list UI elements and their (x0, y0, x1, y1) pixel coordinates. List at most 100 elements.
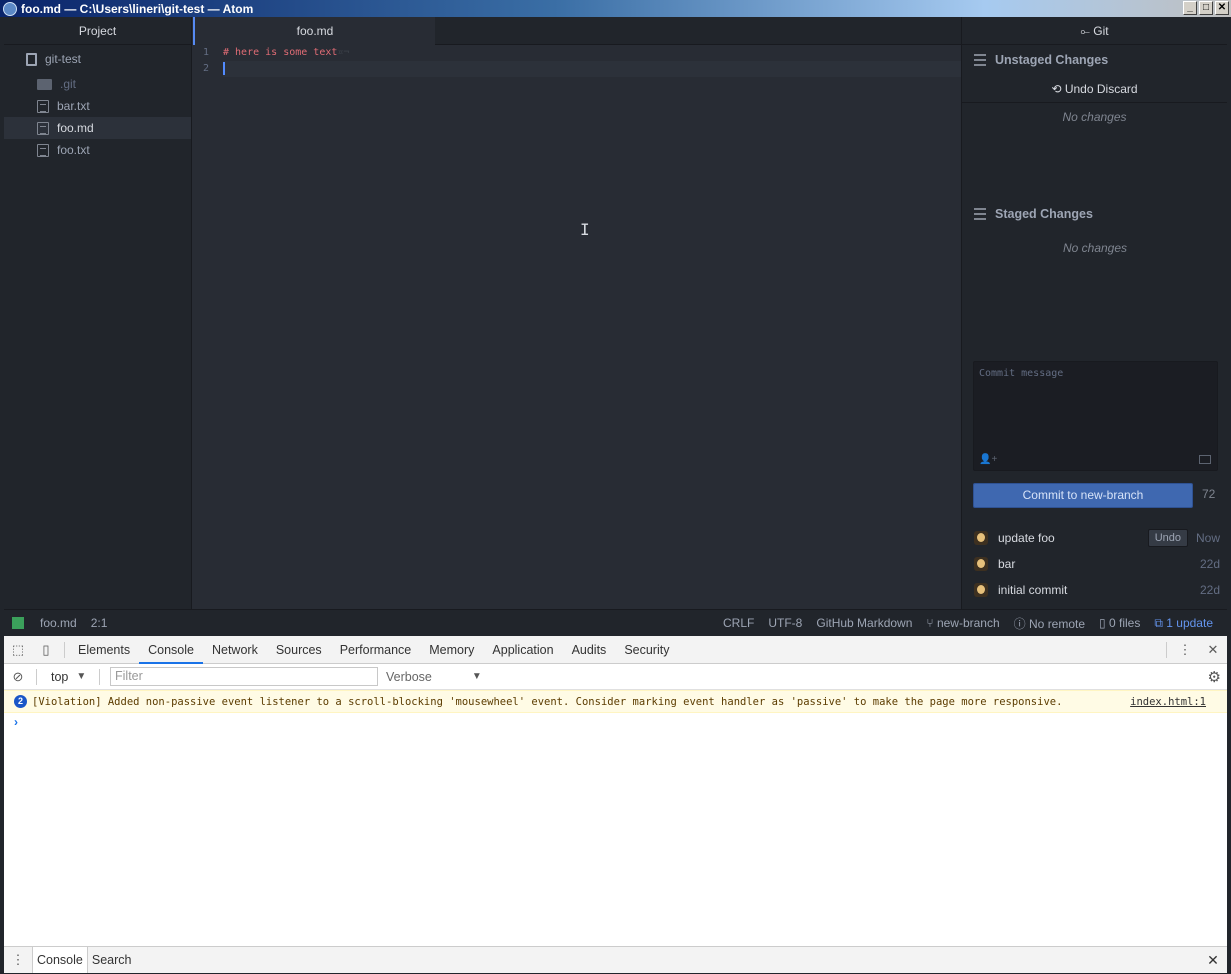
commit-message-editor[interactable]: Commit message 👤+ (973, 361, 1218, 471)
commit-char-count: 72 (1202, 487, 1216, 501)
package-icon: ⧉ (1154, 615, 1163, 630)
editor-tab-bar: foo.md (193, 17, 961, 45)
close-drawer-icon[interactable]: ✕ (1199, 952, 1227, 969)
git-branch-icon: ⑂ (926, 616, 934, 630)
tree-item-git-folder[interactable]: .git (4, 73, 191, 95)
undo-commit-button[interactable]: Undo (1147, 529, 1188, 547)
recent-commit-item[interactable]: initial commit 22d (962, 577, 1228, 603)
commit-message-placeholder: Commit message (979, 368, 1064, 379)
editor-text-area[interactable]: # here is some text¤¬ (223, 45, 961, 77)
status-update[interactable]: ⧉ 1 update (1154, 616, 1213, 631)
tree-root[interactable]: git-test (4, 45, 191, 73)
undo-discard-button[interactable]: ⟲ Undo Discard (962, 75, 1227, 103)
commit-time: Now (1195, 531, 1220, 545)
minimize-button[interactable]: _ (1183, 1, 1197, 15)
more-options-icon[interactable]: ⋮ (1171, 636, 1199, 664)
tab-memory[interactable]: Memory (420, 636, 483, 664)
recent-commit-item[interactable]: update foo Undo Now (962, 525, 1228, 551)
status-remote[interactable]: ⓘ No remote (1014, 615, 1085, 632)
tab-network[interactable]: Network (203, 636, 267, 664)
tree-item-foo-md[interactable]: foo.md (4, 117, 191, 139)
checklist-icon (974, 208, 986, 220)
tree-item-label: foo.txt (57, 143, 90, 157)
markdown-heading-text: # here is some text (223, 47, 338, 58)
tab-foo-md[interactable]: foo.md (193, 17, 435, 45)
status-grammar[interactable]: GitHub Markdown (816, 616, 912, 630)
status-file-name[interactable]: foo.md (40, 616, 77, 630)
drawer-tab-search[interactable]: Search (88, 947, 136, 973)
status-branch[interactable]: ⑂ new-branch (926, 616, 999, 630)
invisible-chars: ¤¬ (337, 47, 350, 58)
add-coauthor-icon[interactable]: 👤+ (979, 454, 997, 465)
text-cursor (223, 61, 225, 75)
caret-down-icon: ▼ (471, 671, 482, 682)
close-button[interactable]: ✕ (1215, 1, 1229, 15)
console-filter-input[interactable]: Filter (110, 667, 378, 686)
inspect-element-icon[interactable]: ⬚ (4, 636, 32, 664)
author-avatar (974, 531, 988, 545)
editor-line-current[interactable] (223, 61, 961, 77)
diff-icon: ▯ (1099, 616, 1106, 630)
context-selector[interactable]: top ▼ (41, 670, 95, 684)
commit-button[interactable]: Commit to new-branch (973, 483, 1193, 508)
tab-git[interactable]: ⟜ Git (962, 17, 1227, 45)
git-panel: ⟜ Git Unstaged Changes ⟲ Undo Discard No… (961, 17, 1227, 609)
close-devtools-icon[interactable]: ✕ (1199, 636, 1227, 664)
devtools-drawer: ⋮ Console Search ✕ (4, 946, 1227, 973)
git-tab-label: Git (1093, 24, 1109, 38)
repeat-count-badge: 2 (14, 695, 27, 708)
expand-commit-editor-icon[interactable] (1199, 455, 1211, 464)
tree-root-label: git-test (45, 52, 82, 66)
author-avatar (974, 583, 988, 597)
undo-discard-label: Undo Discard (1064, 82, 1138, 96)
console-violation-message[interactable]: 2 [Violation] Added non-passive event li… (4, 690, 1227, 713)
log-level-selector[interactable]: Verbose ▼ (386, 670, 482, 684)
tab-performance[interactable]: Performance (331, 636, 421, 664)
tab-sources[interactable]: Sources (267, 636, 331, 664)
unstaged-changes-header: Unstaged Changes (962, 45, 1227, 75)
staged-empty-text: No changes (1062, 241, 1128, 255)
console-prompt[interactable]: › (4, 713, 1227, 731)
drawer-menu-icon[interactable]: ⋮ (4, 946, 32, 974)
commit-message: bar (998, 557, 1016, 571)
recent-commit-item[interactable]: bar 22d (962, 551, 1228, 577)
maximize-button[interactable]: □ (1199, 1, 1213, 15)
window-titlebar: foo.md — C:\Users\lineri\git-test — Atom… (0, 0, 1231, 17)
recent-commits-list: update foo Undo Now bar 22d initial comm… (962, 525, 1228, 603)
ibeam-mouse-cursor-icon: I (580, 220, 590, 239)
device-toolbar-icon[interactable]: ▯ (32, 636, 60, 664)
status-line-ending[interactable]: CRLF (723, 616, 754, 630)
caret-down-icon: ▼ (76, 671, 87, 682)
tree-view-header[interactable]: Project (4, 17, 191, 45)
tree-item-label: .git (60, 77, 77, 91)
commit-message: initial commit (998, 583, 1068, 597)
console-toolbar: ⊘ top ▼ Filter Verbose ▼ ⚙ (4, 664, 1227, 690)
status-changed-files[interactable]: ▯ 0 files (1099, 616, 1140, 630)
tree-item-foo-txt[interactable]: foo.txt (4, 139, 191, 161)
tab-audits[interactable]: Audits (563, 636, 616, 664)
source-link[interactable]: index.html:1 (1130, 696, 1206, 708)
editor-line[interactable]: # here is some text¤¬ (223, 45, 961, 61)
tab-elements[interactable]: Elements (69, 636, 139, 664)
status-encoding[interactable]: UTF-8 (768, 616, 802, 630)
clear-console-icon[interactable]: ⊘ (4, 663, 32, 691)
gear-icon[interactable]: ⚙ (1208, 668, 1221, 686)
editor-pane: foo.md 1 2 # here is some text¤¬ I (193, 17, 961, 609)
divider (36, 668, 37, 685)
drawer-tab-console[interactable]: Console (32, 947, 88, 973)
divider (1166, 642, 1167, 658)
atom-logo-icon (3, 1, 17, 16)
tree-view: Project git-test .git bar.txt foo.md foo… (4, 17, 192, 609)
window-title: foo.md — C:\Users\lineri\git-test — Atom (21, 1, 254, 16)
tab-console[interactable]: Console (139, 636, 203, 664)
tree-item-bar-txt[interactable]: bar.txt (4, 95, 191, 117)
file-icon (37, 99, 49, 113)
tab-security[interactable]: Security (615, 636, 678, 664)
tree-item-label: bar.txt (57, 99, 90, 113)
author-avatar (974, 557, 988, 571)
status-cursor-position[interactable]: 2:1 (91, 616, 108, 630)
modified-status-icon (12, 617, 24, 629)
tab-application[interactable]: Application (483, 636, 562, 664)
tree-item-label: foo.md (57, 121, 94, 135)
unstaged-empty-text: No changes (1062, 110, 1127, 124)
